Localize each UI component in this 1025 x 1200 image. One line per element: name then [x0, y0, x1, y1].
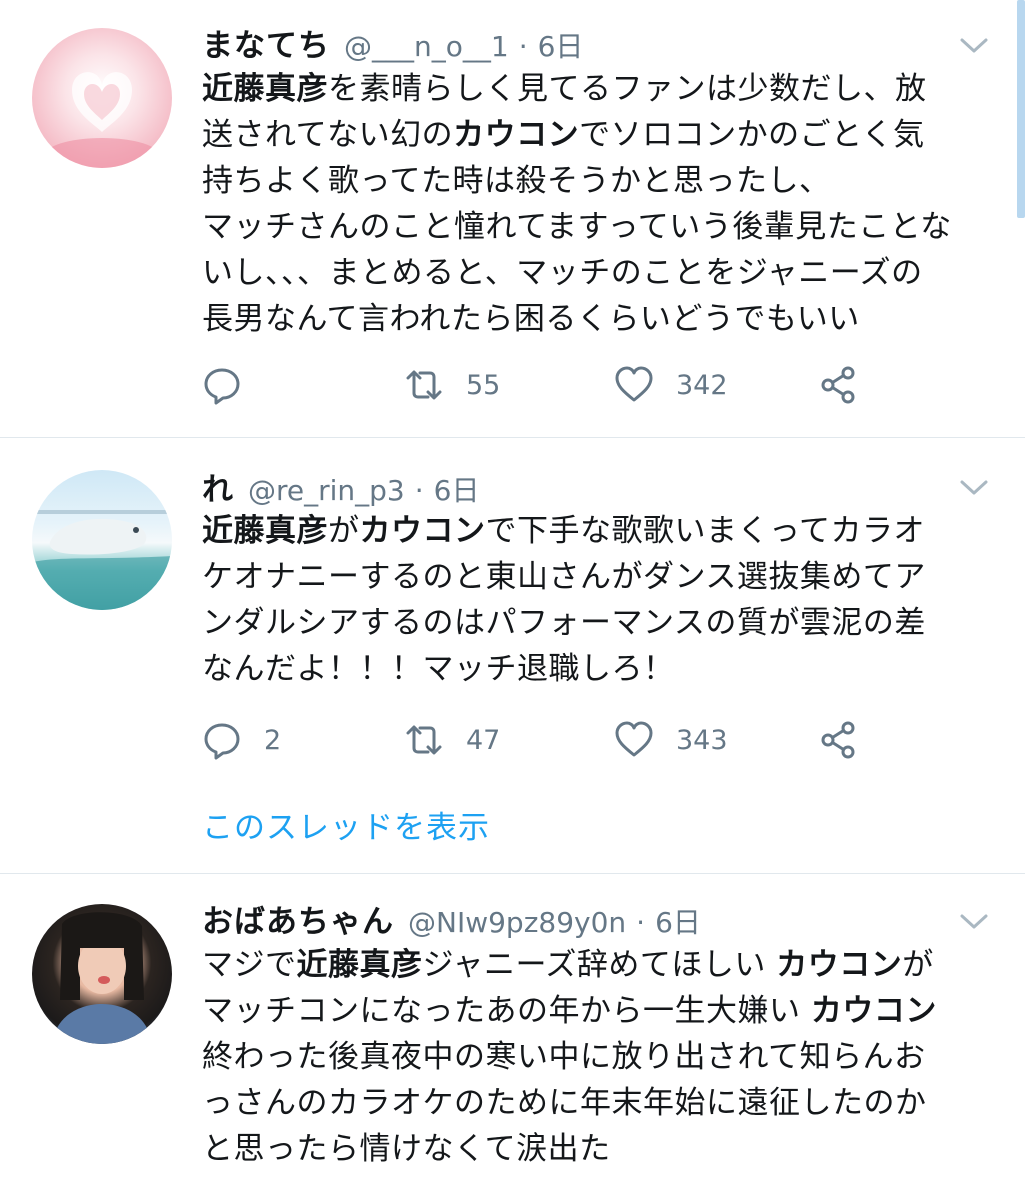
tweet-text: 近藤真彦がカウコンで下手な歌歌いまくってカラオケオナニーするのと東山さんがダンス… [202, 508, 992, 692]
like-count: 342 [676, 369, 728, 401]
chevron-down-icon[interactable] [959, 912, 989, 932]
tweet[interactable]: おばあちゃん @NIw9pz89y0n · 6日 マジで近藤真彦ジャニーズ辞めて… [0, 874, 1025, 1200]
tweet-text-line: っさんのカラオケのために年末年始に遠征したのか [202, 1080, 992, 1126]
handle[interactable]: @___n_o__1 [344, 30, 509, 63]
timestamp[interactable]: 6日 [434, 469, 480, 509]
like-button[interactable]: 342 [614, 362, 728, 408]
timestamp[interactable]: 6日 [655, 901, 701, 941]
handle[interactable]: @NIw9pz89y0n [408, 906, 626, 939]
show-thread-link[interactable]: このスレッドを表示 [202, 802, 490, 847]
keyword-highlight: カウコン [453, 117, 580, 153]
tweet-text-segment: 長男なんて言われたら困るくらいどうでもいい [202, 301, 860, 337]
display-name[interactable]: まなてち [202, 20, 330, 65]
reply-button[interactable] [202, 362, 264, 408]
share-icon [821, 721, 855, 759]
tweet-text-segment: マジで [202, 947, 297, 983]
like-button[interactable]: 343 [614, 717, 728, 763]
tweet-text-segment: ケオナニーするのと東山さんがダンス選抜集めてア [202, 559, 926, 595]
display-name[interactable]: おばあちゃん [202, 896, 394, 941]
avatar[interactable] [32, 904, 172, 1044]
keyword-highlight: 近藤真彦 [202, 71, 328, 107]
avatar[interactable] [32, 470, 172, 610]
keyword-highlight: カウコン [359, 513, 486, 549]
separator-dot: · [414, 474, 424, 507]
tweet-text-line: 近藤真彦がカウコンで下手な歌歌いまくってカラオ [202, 508, 992, 554]
tweet-text-segment: いし、、、まとめると、マッチのことをジャニーズの [202, 255, 923, 291]
tweet-text-segment: 送されてない幻の [202, 117, 454, 153]
tweet-text-segment: 終わった後真夜中の寒い中に放り出されて知らんお [202, 1039, 926, 1075]
avatar-image [44, 72, 160, 168]
share-button[interactable] [818, 362, 858, 408]
share-button[interactable] [818, 717, 858, 763]
keyword-highlight: カウコン [776, 947, 903, 983]
timestamp[interactable]: 6日 [538, 25, 584, 65]
tweet-text-segment: が [328, 513, 360, 549]
heart-icon [615, 721, 653, 757]
tweet-text-segment: っさんのカラオケのために年末年始に遠征したのか [202, 1085, 927, 1121]
share-icon [821, 366, 855, 404]
tweet-text-segment: 持ちよく歌ってた時は殺そうかと思ったし、 [202, 163, 831, 199]
tweet-text-segment: ンダルシアするのはパフォーマンスの質が雲泥の差 [202, 605, 926, 641]
tweet-text-line: と思ったら情けなくて涙出た [202, 1126, 992, 1172]
tweet[interactable]: まなてち @___n_o__1 · 6日 近藤真彦を素晴らしく見てるファンは少数… [0, 0, 1025, 437]
tweet-text-line: マジで近藤真彦ジャニーズ辞めてほしい カウコンが [202, 942, 992, 988]
keyword-highlight: 近藤真彦 [296, 947, 423, 983]
tweet-text-line: マッチコンになったあの年から一生大嫌い カウコン [202, 988, 992, 1034]
tweet-text: 近藤真彦を素晴らしく見てるファンは少数だし、放 送されてない幻のカウコンでソロコン… [202, 66, 992, 342]
tweet-text-line: ンダルシアするのはパフォーマンスの質が雲泥の差 [202, 600, 992, 646]
like-count: 343 [676, 724, 728, 756]
chevron-down-icon[interactable] [959, 478, 989, 498]
tweet-text-segment: マッチコンになったあの年から一生大嫌い [202, 993, 811, 1029]
tweet-text-segment: が [902, 947, 934, 983]
tweet-text-segment: なんだよ！！！マッチ退職しろ！ [202, 651, 675, 687]
retweet-button[interactable]: 55 [404, 362, 500, 408]
avatar[interactable] [32, 28, 172, 168]
display-name[interactable]: れ [202, 464, 234, 509]
keyword-highlight: 近藤真彦 [202, 513, 328, 549]
tweet-text-segment: を素晴らしく見てるファンは少数だし、放 [328, 71, 927, 107]
tweet-text: マジで近藤真彦ジャニーズ辞めてほしい カウコンが マッチコンになったあの年から一生… [202, 942, 992, 1172]
tweet-text-line: ケオナニーするのと東山さんがダンス選抜集めてア [202, 554, 992, 600]
chevron-down-icon[interactable] [959, 36, 989, 56]
avatar-image [32, 510, 172, 610]
tweet-text-segment: マッチさんのこと憧れてますっていう後輩見たことな [202, 209, 952, 245]
reply-count: 2 [264, 724, 282, 756]
retweet-count: 47 [466, 724, 501, 756]
retweet-icon [406, 370, 442, 400]
retweet-button[interactable]: 47 [404, 717, 500, 763]
tweet-text-line: いし、、、まとめると、マッチのことをジャニーズの [202, 250, 992, 296]
retweet-count: 55 [466, 369, 501, 401]
tweet-text-line: 近藤真彦を素晴らしく見てるファンは少数だし、放 [202, 66, 992, 112]
tweet-text-line: 持ちよく歌ってた時は殺そうかと思ったし、 [202, 158, 992, 204]
tweet[interactable]: れ @re_rin_p3 · 6日 近藤真彦がカウコンで下手な歌歌いまくってカラ… [0, 438, 1025, 873]
avatar-image [52, 912, 152, 1044]
tweet-text-segment: ジャニーズ辞めてほしい [422, 947, 777, 983]
retweet-icon [406, 725, 442, 755]
keyword-highlight: カウコン [810, 993, 937, 1029]
tweet-text-segment: で下手な歌歌いまくってカラオ [485, 513, 925, 549]
separator-dot: · [636, 906, 646, 939]
tweet-text-line: なんだよ！！！マッチ退職しろ！ [202, 646, 992, 692]
tweet-text-line: 長男なんて言われたら困るくらいどうでもいい [202, 296, 992, 342]
tweet-text-segment: と思ったら情けなくて涙出た [202, 1131, 611, 1167]
tweet-text-line: マッチさんのこと憧れてますっていう後輩見たことな [202, 204, 992, 250]
tweet-text-segment: でソロコンかのごとく気 [579, 117, 925, 153]
reply-icon [204, 723, 240, 760]
tweet-text-line: 送されてない幻のカウコンでソロコンかのごとく気 [202, 112, 992, 158]
heart-icon [615, 366, 653, 402]
separator-dot: · [518, 30, 528, 63]
handle[interactable]: @re_rin_p3 [248, 474, 405, 507]
reply-button[interactable]: 2 [202, 717, 281, 763]
tweet-text-line: 終わった後真夜中の寒い中に放り出されて知らんお [202, 1034, 992, 1080]
reply-icon [204, 368, 240, 405]
